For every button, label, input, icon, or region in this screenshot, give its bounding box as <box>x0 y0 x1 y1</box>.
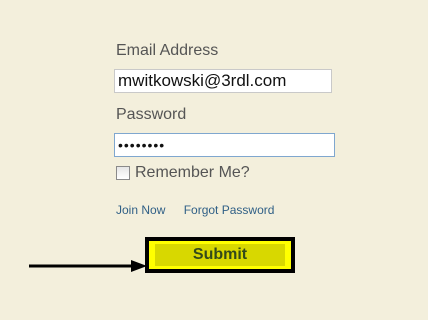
right-arrow-icon <box>29 260 147 272</box>
auth-links: Join Now Forgot Password <box>116 203 274 217</box>
forgot-password-link[interactable]: Forgot Password <box>184 203 275 217</box>
remember-me-label: Remember Me? <box>135 164 250 181</box>
join-now-link[interactable]: Join Now <box>116 203 165 217</box>
email-label: Email Address <box>116 42 219 59</box>
email-input[interactable] <box>114 69 332 93</box>
remember-me-row[interactable]: Remember Me? <box>116 164 250 182</box>
remember-me-checkbox[interactable] <box>116 166 130 180</box>
password-input[interactable] <box>114 133 335 157</box>
login-panel: Email Address Password Remember Me? Join… <box>0 0 428 320</box>
submit-button[interactable]: Submit <box>145 237 295 273</box>
password-label: Password <box>116 106 187 123</box>
submit-button-label: Submit <box>155 244 285 266</box>
